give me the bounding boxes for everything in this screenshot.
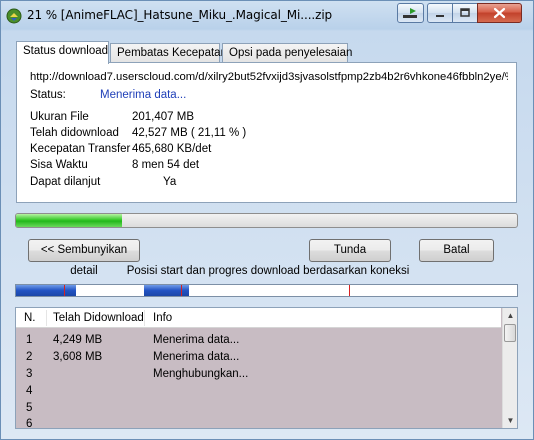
- row-number: 3: [26, 368, 33, 380]
- connection-marker-3: [349, 285, 350, 296]
- row-number: 2: [26, 351, 33, 363]
- resumable-label: Dapat dilanjut: [30, 176, 101, 188]
- column-header-number[interactable]: N.: [24, 312, 36, 324]
- column-header-downloaded[interactable]: Telah Didownload: [53, 312, 144, 324]
- scroll-down-icon[interactable]: ▼: [503, 413, 517, 428]
- row-number: 1: [26, 334, 33, 346]
- pause-button[interactable]: Tunda: [309, 239, 391, 262]
- scrollbar-thumb[interactable]: [504, 324, 516, 342]
- title-bar[interactable]: 21 % [AnimeFLAC]_Hatsune_Miku_.Magical_M…: [1, 1, 534, 29]
- table-header: N. Telah Didownload Info: [16, 308, 501, 328]
- row-downloaded: 4,249 MB: [53, 334, 103, 346]
- download-progress-bar: [15, 213, 518, 228]
- connections-caption: Posisi start dan progres download berdas…: [126, 265, 410, 277]
- row-info: Menerima data...: [153, 334, 240, 346]
- table-row[interactable]: 2 3,608 MB Menerima data...: [16, 349, 501, 366]
- tab-speed-limiter[interactable]: Pembatas Kecepatan: [110, 43, 227, 63]
- maximize-icon: [460, 8, 470, 17]
- minimize-button[interactable]: [427, 3, 453, 23]
- minimize-icon: [436, 15, 444, 17]
- window-title: 21 % [AnimeFLAC]_Hatsune_Miku_.Magical_M…: [27, 8, 333, 22]
- table-row[interactable]: 3 Menghubungkan...: [16, 366, 501, 383]
- connections-progress-bar: [15, 284, 518, 297]
- downloaded-value: 42,527 MB ( 21,11 % ): [132, 127, 247, 139]
- table-row[interactable]: 5: [16, 400, 501, 417]
- status-panel: http://download7.userscloud.com/d/xilry2…: [16, 62, 517, 203]
- arrow-right-icon: [403, 8, 417, 18]
- table-scrollbar[interactable]: ▲ ▼: [502, 308, 517, 428]
- minimize-to-tray-button[interactable]: [397, 3, 424, 23]
- tab-completion-options[interactable]: Opsi pada penyelesaian: [222, 43, 352, 63]
- file-size-label: Ukuran File: [30, 111, 89, 123]
- download-progress-fill: [16, 214, 122, 227]
- hide-details-button[interactable]: << Sembunyikan detail: [28, 239, 140, 277]
- table-row[interactable]: 4: [16, 383, 501, 400]
- table-row[interactable]: 1 4,249 MB Menerima data...: [16, 332, 501, 349]
- column-divider: [46, 310, 47, 326]
- row-number: 4: [26, 385, 33, 397]
- close-icon: [493, 7, 506, 19]
- resumable-value: Ya: [163, 176, 177, 188]
- maximize-button[interactable]: [452, 3, 478, 23]
- status-label: Status:: [30, 89, 66, 101]
- row-downloaded: 3,608 MB: [53, 351, 103, 363]
- connection-marker-1: [64, 285, 65, 296]
- download-url: http://download7.userscloud.com/d/xilry2…: [30, 71, 508, 83]
- connections-table[interactable]: N. Telah Didownload Info 1 4,249 MB Mene…: [15, 307, 518, 429]
- status-value: Menerima data...: [100, 89, 187, 101]
- column-header-info[interactable]: Info: [153, 312, 172, 324]
- speed-label: Kecepatan Transfer: [30, 143, 131, 155]
- scroll-up-icon[interactable]: ▲: [503, 308, 517, 323]
- connection-marker-2: [181, 285, 182, 296]
- tab-status-download[interactable]: Status download: [16, 41, 109, 64]
- downloaded-label: Telah didownload: [30, 127, 119, 139]
- time-remaining-value: 8 men 54 det: [132, 159, 200, 171]
- row-number: 5: [26, 402, 33, 414]
- row-info: Menerima data...: [153, 351, 240, 363]
- close-button[interactable]: [477, 3, 522, 23]
- file-size-value: 201,407 MB: [132, 111, 195, 123]
- connection-segment-1: [16, 285, 76, 296]
- connection-segment-2: [144, 285, 189, 296]
- table-row[interactable]: 6: [16, 416, 501, 429]
- row-number: 6: [26, 418, 33, 429]
- speed-value: 465,680 KB/det: [132, 143, 212, 155]
- download-window: 21 % [AnimeFLAC]_Hatsune_Miku_.Magical_M…: [0, 0, 534, 440]
- row-info: Menghubungkan...: [153, 368, 249, 380]
- time-remaining-label: Sisa Waktu: [30, 159, 88, 171]
- column-divider: [144, 310, 145, 326]
- idm-download-icon: [6, 8, 22, 24]
- cancel-button[interactable]: Batal: [419, 239, 494, 262]
